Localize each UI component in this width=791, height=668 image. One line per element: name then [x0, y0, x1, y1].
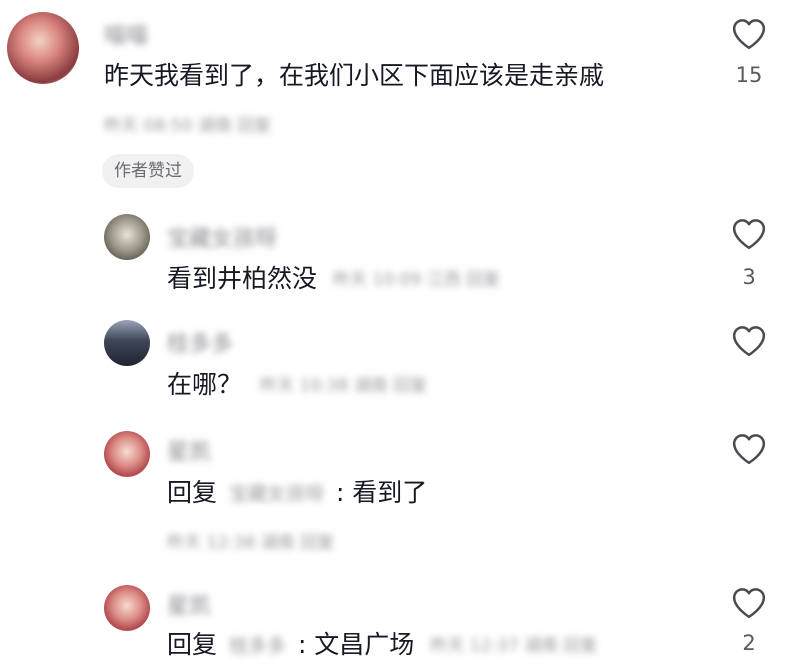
- avatar[interactable]: [104, 431, 150, 477]
- comment-author[interactable]: 喵喵: [104, 18, 148, 50]
- reply-to-user[interactable]: 宝藏女孩呀: [229, 479, 324, 509]
- avatar[interactable]: [104, 585, 150, 631]
- reply-text: : 文昌广场: [297, 630, 415, 659]
- reply-to-user[interactable]: 桂多多: [229, 631, 286, 661]
- reply-prefix: 回复: [167, 478, 218, 507]
- heart-outline-icon[interactable]: [731, 218, 767, 250]
- reply-author[interactable]: 星凯: [167, 588, 211, 620]
- like-count: 3: [742, 265, 756, 289]
- avatar[interactable]: [104, 320, 150, 366]
- reply-meta: 昨天 10:38 湖南 回复: [259, 376, 428, 396]
- reply-text: 看到井柏然没: [167, 264, 318, 293]
- reply-meta: 昨天 12:38 湖南 回复: [167, 533, 335, 553]
- heart-outline-icon[interactable]: [731, 587, 767, 619]
- avatar[interactable]: [7, 12, 79, 84]
- reply-row: 在哪？ 昨天 10:38 湖南 回复: [167, 370, 427, 401]
- like-count: 2: [742, 631, 756, 655]
- like-count: 15: [735, 63, 763, 87]
- reply-row: 回复 宝藏女孩呀 : 看到了: [167, 478, 427, 509]
- heart-outline-icon[interactable]: [731, 18, 767, 50]
- reply-author[interactable]: 星凯: [167, 434, 211, 466]
- reply-row: 回复 桂多多 : 文昌广场 昨天 12:37 湖南 回复: [167, 630, 597, 661]
- comment-meta: 昨天 08:50 湖南 回复: [104, 116, 272, 136]
- avatar[interactable]: [104, 214, 150, 260]
- heart-outline-icon[interactable]: [731, 433, 767, 465]
- author-liked-badge: 作者赞过: [102, 154, 194, 188]
- reply-meta: 昨天 12:37 湖南 回复: [430, 636, 598, 656]
- reply-text: : 看到了: [335, 478, 428, 507]
- reply-row: 看到井柏然没 昨天 10:09 江西 回复: [167, 264, 500, 295]
- reply-text: 在哪？: [167, 370, 243, 399]
- comment-text: 昨天我看到了，在我们小区下面应该是走亲戚: [104, 61, 605, 90]
- reply-author[interactable]: 宝藏女孩呀: [167, 221, 277, 253]
- heart-outline-icon[interactable]: [731, 325, 767, 357]
- reply-meta: 昨天 10:09 江西 回复: [332, 270, 501, 290]
- reply-author[interactable]: 桂多多: [167, 326, 233, 358]
- reply-prefix: 回复: [167, 630, 218, 659]
